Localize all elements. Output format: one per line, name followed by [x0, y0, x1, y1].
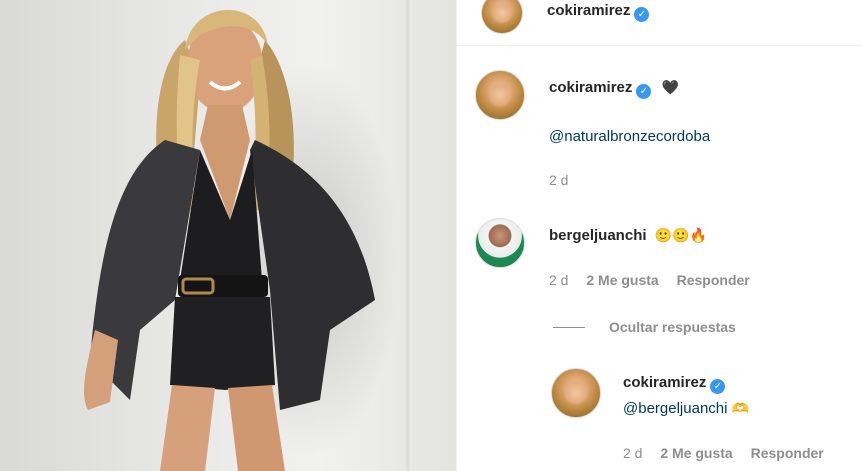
reply-emoji: 🫶 [731, 401, 750, 417]
comment-avatar[interactable] [475, 70, 525, 120]
reply-reply-button[interactable]: Responder [751, 445, 824, 461]
author-avatar[interactable] [481, 0, 523, 34]
reply-username-row: cokiramirez ✓ [623, 374, 726, 394]
post-photo [0, 0, 456, 471]
reply-button[interactable]: Responder [677, 272, 750, 288]
comment-age[interactable]: 2 d [549, 172, 568, 188]
comments-panel: cokiramirez ✓ cokiramirez ✓ 🖤 @naturalbron… [456, 0, 862, 471]
comment-username[interactable]: bergeljuanchi [549, 227, 647, 244]
comment-meta: 2 d [549, 172, 582, 188]
comment-text-emoji: 🖤 [661, 80, 679, 96]
reply-likes[interactable]: 2 Me gusta [660, 445, 732, 461]
comment-age[interactable]: 2 d [549, 272, 568, 288]
verified-badge-icon: ✓ [634, 7, 650, 22]
comment-mention[interactable]: @naturalbronzecordoba [549, 128, 710, 145]
author-username[interactable]: cokiramirez [547, 2, 630, 19]
post-header: cokiramirez ✓ [457, 0, 862, 46]
comment-text-emoji: 🙂🙂🔥 [654, 228, 707, 244]
author-username-row[interactable]: cokiramirez ✓ [547, 2, 650, 22]
comment-meta: 2 d 2 Me gusta Responder [549, 272, 764, 288]
verified-badge-icon: ✓ [636, 84, 652, 99]
reply-mention[interactable]: @bergeljuanchi [623, 400, 727, 417]
reply-age[interactable]: 2 d [623, 445, 642, 461]
hide-replies-button[interactable]: Ocultar respuestas [609, 319, 736, 335]
comment-username-row: cokiramirez ✓ 🖤 [549, 79, 679, 99]
comment-avatar[interactable] [475, 218, 525, 268]
comment-username-row: bergeljuanchi 🙂🙂🔥 [549, 227, 707, 244]
reply-avatar[interactable] [551, 368, 601, 418]
reply-username[interactable]: cokiramirez [623, 374, 706, 391]
person-illustration [84, 9, 375, 471]
reply-body: @bergeljuanchi 🫶 [623, 400, 749, 417]
comment-likes[interactable]: 2 Me gusta [586, 272, 658, 288]
verified-badge-icon: ✓ [710, 379, 726, 394]
comment-username[interactable]: cokiramirez [549, 79, 632, 96]
reply-meta: 2 d 2 Me gusta Responder [623, 445, 838, 461]
replies-divider [553, 327, 585, 328]
